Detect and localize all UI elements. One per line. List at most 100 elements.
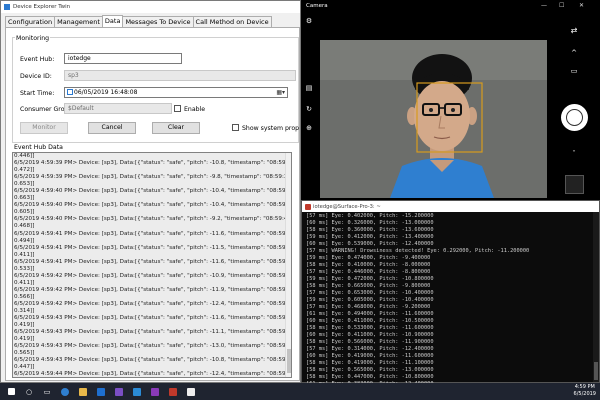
event-data-line: 0.419]] — [14, 336, 35, 343]
terminal-line: [57 ms] Eye: 0.468000, Pitch: -9.200000 — [306, 304, 431, 310]
data-tab-panel: Monitoring Event Hub: iotedge Device ID:… — [5, 27, 300, 381]
event-data-line: 0.314]] — [14, 308, 35, 315]
terminal-icon[interactable] — [166, 386, 180, 398]
tab-data[interactable]: Data — [101, 15, 124, 27]
edge-icon[interactable] — [58, 386, 72, 398]
terminal-titlebar[interactable]: iotedge@Surface-Pro-3: ~ — [302, 201, 599, 212]
event-hub-data-textarea[interactable]: 0.446]] 6/5/2019 4:59:39 PM> Device: [sp3… — [12, 152, 292, 378]
task-view-icon[interactable]: ▭ — [40, 386, 54, 398]
store-icon[interactable] — [94, 386, 108, 398]
terminal-line: [58 ms] Eye: 0.360000, Pitch: -13.600000 — [306, 227, 434, 233]
terminal-scrollbar-thumb[interactable] — [594, 362, 598, 380]
last-photo-thumbnail[interactable] — [565, 175, 584, 194]
close-icon[interactable]: ✕ — [579, 2, 584, 9]
chevron-up-icon[interactable]: ^ — [569, 49, 579, 57]
cancel-button[interactable]: Cancel — [88, 122, 136, 134]
zoom-icon[interactable]: ⊕ — [304, 124, 314, 132]
camera-title: Camera — [306, 3, 328, 9]
event-data-line: 0.419]] — [14, 322, 35, 329]
event-data-line: 0.566]] — [14, 293, 35, 300]
onenote-icon[interactable] — [148, 386, 162, 398]
window-title: Device Explorer Twin — [13, 4, 71, 10]
terminal-line: [59 ms] Eye: 0.412000, Pitch: -13.400000 — [306, 234, 434, 240]
start-time-picker[interactable]: 06/05/2019 16:48:08 ▦▾ — [64, 87, 288, 98]
device-explorer-window: Device Explorer Twin Configuration Manag… — [0, 0, 301, 383]
event-data-line: 0.411]] — [14, 251, 35, 258]
device-id-label: Device ID: — [20, 73, 52, 80]
file-explorer-icon[interactable] — [76, 386, 90, 398]
ubuntu-icon — [305, 203, 311, 210]
event-data-scrollbar[interactable] — [285, 153, 291, 377]
event-data-line: 0.446]] — [14, 153, 35, 159]
terminal-line: [61 ms] Eye: 0.494000, Pitch: -11.600000 — [306, 311, 434, 317]
rotate-icon[interactable]: ↻ — [304, 105, 314, 113]
visual-studio-code-icon[interactable] — [130, 386, 144, 398]
camera-icon[interactable] — [184, 386, 198, 398]
terminal-line: [58 ms] Eye: 0.419000, Pitch: -11.100000 — [306, 360, 434, 366]
tab-messages-to-device[interactable]: Messages To Device — [122, 16, 194, 27]
terminal-line: [60 ms] Eye: 0.326000, Pitch: -13.000000 — [306, 220, 434, 226]
visual-studio-icon[interactable] — [112, 386, 126, 398]
terminal-line: [59 ms] Eye: 0.474000, Pitch: -9.400000 — [306, 255, 431, 261]
maximize-icon[interactable]: ☐ — [559, 2, 564, 9]
event-hub-label: Event Hub: — [20, 56, 55, 63]
event-data-line: 6/5/2019 4:59:41 PM> Device: [sp3], Data… — [14, 230, 292, 237]
event-hub-data-lines: 0.446]] 6/5/2019 4:59:39 PM> Device: [sp3… — [13, 153, 292, 378]
event-data-line: 0.468]] — [14, 223, 35, 230]
search-icon[interactable]: ○ — [22, 386, 36, 398]
tab-configuration[interactable]: Configuration — [5, 16, 56, 27]
minimize-icon[interactable]: — — [541, 2, 547, 9]
terminal-line: [57 ms] Eye: 0.402000, Pitch: -15.200000 — [306, 213, 434, 219]
system-clock[interactable]: 4:59 PM 6/5/2019 — [574, 384, 596, 398]
monitoring-group-label: Monitoring — [15, 35, 51, 42]
terminal-output[interactable]: [57 ms] Eye: 0.402000, Pitch: -15.200000… — [306, 213, 591, 383]
event-data-line: 0.663]] — [14, 195, 35, 202]
tab-call-method[interactable]: Call Method on Device — [192, 16, 272, 27]
event-data-line: 6/5/2019 4:59:40 PM> Device: [sp3], Data… — [14, 202, 292, 209]
start-time-value: 06/05/2019 16:48:08 — [74, 89, 138, 96]
camera-window: Camera — ☐ ✕ ⚙ ▤ ↻ ⊕ ⇄ ^ ▭ ˇ — [301, 0, 600, 200]
event-data-line: 6/5/2019 4:59:41 PM> Device: [sp3], Data… — [14, 244, 292, 251]
photo-timer-icon[interactable]: ▤ — [304, 84, 314, 92]
terminal-line: [57 ms] Eye: 0.653000, Pitch: -10.400000 — [306, 290, 434, 296]
event-data-line: 6/5/2019 4:59:42 PM> Device: [sp3], Data… — [14, 272, 292, 279]
tab-strip: Configuration Management Data Messages T… — [5, 15, 272, 27]
terminal-line: [59 ms] Eye: 0.605000, Pitch: -10.400000 — [306, 297, 434, 303]
enable-checkbox[interactable] — [174, 105, 181, 112]
terminal-lines: [57 ms] Eye: 0.402000, Pitch: -15.200000… — [306, 213, 591, 383]
calendar-dropdown-icon[interactable]: ▦▾ — [276, 88, 285, 97]
windows-start-icon[interactable] — [4, 386, 18, 398]
event-data-line: 0.653]] — [14, 181, 35, 188]
scrollbar-thumb[interactable] — [287, 349, 291, 373]
terminal-title: iotedge@Surface-Pro-3: ~ — [313, 203, 381, 210]
event-data-line: 6/5/2019 4:59:44 PM> Device: [sp3], Data… — [14, 371, 292, 378]
camera-feed-image — [320, 40, 547, 198]
clock-date: 6/5/2019 — [573, 391, 596, 397]
consumer-group-field[interactable]: $Default — [64, 103, 172, 114]
event-data-line: 6/5/2019 4:59:40 PM> Device: [sp3], Data… — [14, 188, 292, 195]
start-time-checkbox[interactable] — [67, 89, 73, 95]
event-data-line: 0.605]] — [14, 209, 35, 216]
video-mode-icon[interactable]: ▭ — [569, 67, 579, 75]
settings-gear-icon[interactable]: ⚙ — [304, 17, 314, 25]
app-icon — [4, 4, 10, 10]
camera-titlebar[interactable]: Camera — [301, 0, 600, 12]
device-explorer-titlebar[interactable]: Device Explorer Twin — [1, 1, 300, 13]
take-photo-button[interactable] — [561, 104, 588, 131]
start-time-label: Start Time: — [20, 90, 55, 97]
monitor-button[interactable]: Monitor — [20, 122, 68, 134]
device-id-field[interactable]: sp3 — [64, 70, 296, 81]
event-data-line: 6/5/2019 4:59:40 PM> Device: [sp3], Data… — [14, 216, 291, 223]
camera-shutter-icon — [566, 109, 583, 126]
event-hub-data-label: Event Hub Data — [14, 144, 63, 151]
switch-camera-icon[interactable]: ⇄ — [569, 26, 579, 35]
event-hub-field[interactable]: iotedge — [64, 53, 182, 64]
tab-management[interactable]: Management — [54, 16, 103, 27]
terminal-scrollbar[interactable] — [593, 212, 599, 382]
enable-label: Enable — [184, 106, 206, 113]
clear-button[interactable]: Clear — [152, 122, 200, 134]
terminal-line: [58 ms] Eye: 0.410000, Pitch: -8.000000 — [306, 262, 431, 268]
chevron-down-icon[interactable]: ˇ — [569, 150, 579, 158]
terminal-window: iotedge@Surface-Pro-3: ~ [57 ms] Eye: 0.… — [301, 200, 600, 383]
show-system-properties-checkbox[interactable] — [232, 124, 239, 131]
